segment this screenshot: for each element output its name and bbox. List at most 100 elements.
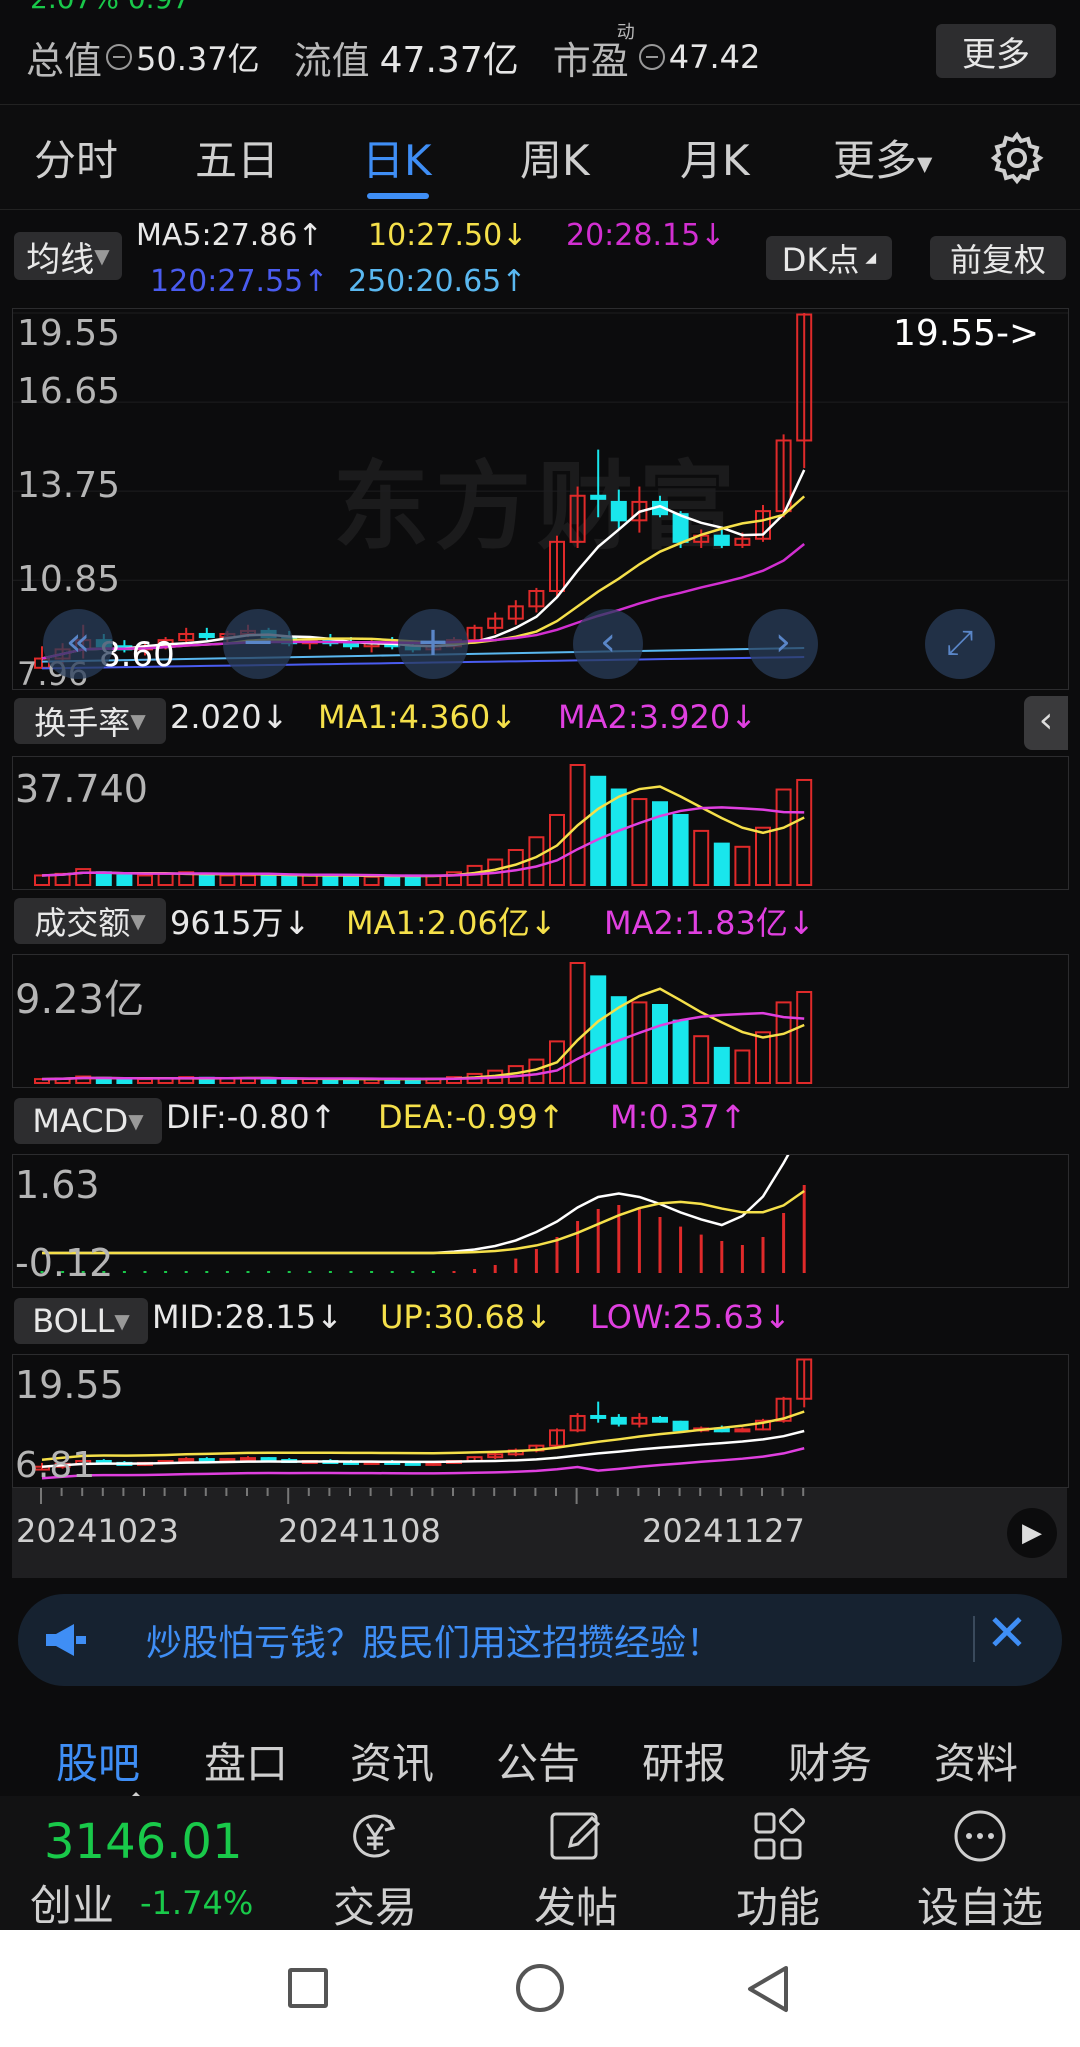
volume-bar — [775, 788, 792, 886]
banner-divider — [973, 1616, 975, 1662]
info-icon[interactable] — [106, 44, 133, 70]
amount-ma1: MA1:2.06亿↓ — [346, 904, 557, 942]
settings-gear-icon[interactable] — [990, 131, 1044, 185]
trade-button[interactable]: 交易 — [305, 1806, 445, 1935]
turnover-chart — [34, 764, 813, 887]
candle-body — [198, 632, 215, 639]
macd-panel[interactable]: 1.63 -0.12 — [12, 1154, 1069, 1288]
zoom-in-icon[interactable]: + — [398, 609, 468, 679]
volume-bar — [734, 845, 751, 886]
info-icon[interactable] — [638, 44, 665, 70]
kline-panel[interactable]: 东方财富 19.55 16.65 13.75 10.85 7.96 19.55-… — [12, 308, 1069, 693]
promo-banner[interactable]: 炒股怕亏钱？股民们用这招攒经验！ ✕ — [18, 1594, 1062, 1686]
zoom-out-icon[interactable]: − — [223, 609, 293, 679]
scroll-right-icon[interactable]: › — [748, 609, 818, 679]
volume-bar — [301, 874, 318, 886]
indicator-selector-boll[interactable]: BOLL ▼ — [14, 1298, 148, 1344]
volume-bar — [198, 872, 215, 886]
dk-point-button[interactable]: DK点 ◢ — [766, 236, 892, 280]
caret-down-icon: ▼ — [128, 1109, 144, 1133]
float-value-label: 流值 — [293, 38, 370, 83]
volume-bar — [507, 848, 524, 887]
volume-bar — [775, 1001, 792, 1085]
volume-bar — [343, 875, 359, 886]
recent-apps-icon[interactable] — [288, 1968, 328, 2008]
play-forward-icon[interactable]: ▶ — [1007, 1508, 1057, 1558]
volume-bar — [95, 871, 112, 887]
boll-candle-body — [178, 1458, 195, 1463]
axis-label-3: 13.75 — [17, 465, 121, 506]
amount-value: 9615万↓ — [170, 904, 311, 942]
turnover-ma2: MA2:3.920↓ — [558, 698, 758, 736]
volume-bar — [672, 813, 689, 887]
ma2-line — [41, 1011, 805, 1081]
fullscreen-icon[interactable]: ⤢ — [925, 609, 995, 679]
boll-panel[interactable]: 19.55 6.81 — [12, 1354, 1069, 1488]
banner-text[interactable]: 炒股怕亏钱？股民们用这招攒经验！ — [146, 1614, 722, 1666]
more-stats-button[interactable]: 更多 — [936, 24, 1056, 78]
ma10-value: 10:27.50↓ — [368, 218, 528, 253]
boll-up-line — [41, 1410, 805, 1461]
volume-bar — [116, 874, 133, 886]
function-button[interactable]: 功能 — [708, 1806, 848, 1935]
axis-label-2: 16.65 — [17, 371, 121, 412]
volume-bar — [672, 1019, 689, 1085]
tab-pankou[interactable]: 盘口 — [204, 1730, 288, 1791]
tab-more-label: 更多 — [833, 136, 918, 185]
boll-up: UP:30.68↓ — [380, 1298, 552, 1336]
price-change-partial: 2.07% 0.97 — [30, 0, 190, 15]
date-ticks — [40, 1488, 805, 1504]
volume-bar — [652, 1003, 668, 1084]
tab-more[interactable]: 更多▼ — [833, 127, 932, 188]
period-tabs: 分时 五日 日K 周K 月K 更多▼ — [0, 104, 1080, 210]
scroll-left-fast-icon[interactable]: « — [43, 609, 113, 679]
candle-body — [343, 642, 359, 648]
tab-daily-k[interactable]: 日K — [362, 127, 432, 188]
index-ticker[interactable]: 3146.01 创业 -1.74% — [30, 1816, 253, 1933]
adjust-type-button[interactable]: 前复权 — [930, 236, 1066, 280]
tab-news[interactable]: 资讯 — [350, 1730, 434, 1791]
macd-selector-label: MACD — [32, 1102, 129, 1140]
turnover-axis-top: 37.740 — [15, 767, 148, 811]
tab-finance[interactable]: 财务 — [788, 1730, 872, 1791]
boll-mid: MID:28.15↓ — [152, 1298, 343, 1336]
macd-axis-top: 1.63 — [15, 1163, 100, 1207]
date-label-1: 20241023 — [16, 1512, 179, 1550]
active-tab-indicator — [367, 193, 429, 199]
kline-chart[interactable] — [13, 309, 1068, 689]
tab-weekly-k[interactable]: 周K — [520, 127, 590, 188]
boll-candle-body — [672, 1420, 689, 1432]
tab-reports[interactable]: 研报 — [642, 1730, 726, 1791]
add-favorite-button[interactable]: 设自选 — [910, 1806, 1050, 1935]
close-icon[interactable]: ✕ — [986, 1604, 1028, 1662]
volume-bar — [34, 874, 50, 886]
tab-intraday[interactable]: 分时 — [34, 127, 118, 188]
tab-guba[interactable]: 股吧 — [56, 1730, 140, 1791]
indicator-selector-amount[interactable]: 成交额 ▼ — [14, 898, 166, 944]
tab-announcements[interactable]: 公告 — [496, 1730, 580, 1791]
back-icon[interactable] — [744, 1964, 792, 2014]
volume-bar — [219, 874, 236, 886]
volume-bar — [693, 1035, 710, 1084]
boll-candle-body — [260, 1457, 277, 1462]
volume-bar — [590, 775, 607, 886]
index-row: 创业 -1.74% — [30, 1872, 253, 1933]
indicator-selector-ma[interactable]: 均线 ▼ — [14, 232, 122, 280]
post-button[interactable]: 发帖 — [506, 1806, 646, 1935]
amount-selector-label: 成交额 — [34, 904, 131, 942]
turnover-panel[interactable]: 37.740 — [12, 756, 1069, 890]
tab-five-day[interactable]: 五日 — [195, 127, 279, 188]
indicator-selector-macd[interactable]: MACD ▼ — [14, 1098, 162, 1144]
indicator-selector-turnover[interactable]: 换手率 ▼ — [14, 698, 166, 744]
volume-bar — [590, 975, 607, 1085]
trade-label: 交易 — [332, 1883, 417, 1932]
grid-icon — [754, 1808, 805, 1860]
amount-panel[interactable]: 9.23亿 — [12, 954, 1069, 1088]
collapse-left-icon[interactable]: ‹ — [1024, 696, 1068, 750]
home-icon[interactable] — [516, 1964, 564, 2012]
candle-body — [590, 494, 607, 500]
tab-profile[interactable]: 资料 — [934, 1730, 1018, 1791]
scroll-left-icon[interactable]: ‹ — [573, 609, 643, 679]
boll-candle-body — [590, 1414, 607, 1419]
tab-monthly-k[interactable]: 月K — [680, 127, 750, 188]
